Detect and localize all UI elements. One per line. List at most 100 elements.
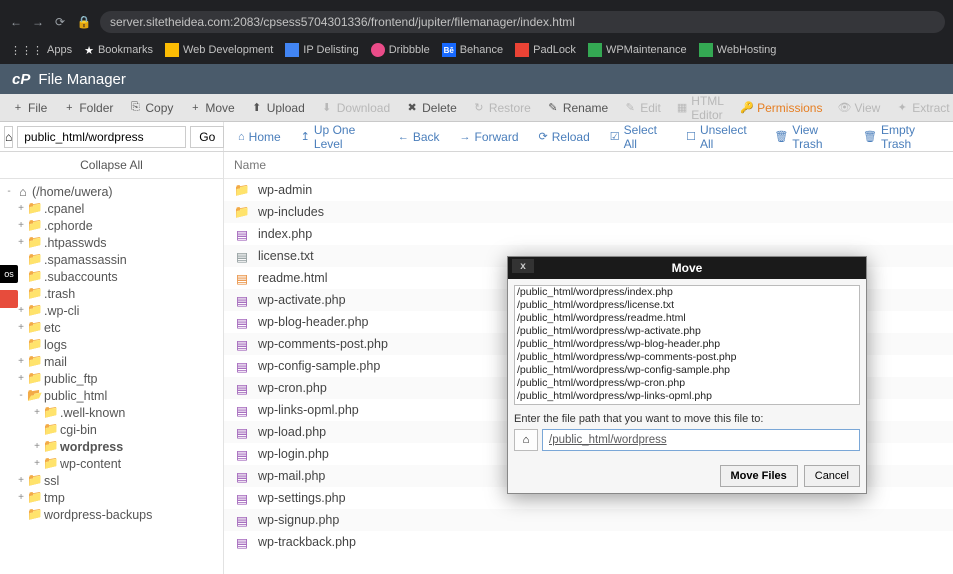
copy-button[interactable]: ⎘Copy	[121, 94, 181, 121]
cancel-button[interactable]: Cancel	[804, 465, 860, 487]
address-bar[interactable]: server.sitetheidea.com:2083/cpsess570430…	[100, 11, 945, 33]
bookmark-wpmaintenance[interactable]: WPMaintenance	[588, 43, 687, 57]
tree-item[interactable]: +📁wordpress	[4, 438, 223, 455]
tree-toggle[interactable]: +	[32, 458, 42, 469]
home-button[interactable]: ⌂Home	[230, 126, 289, 148]
bookmark-behance[interactable]: BēBehance	[442, 43, 503, 57]
tree-item[interactable]: +📁.wp-cli	[4, 302, 223, 319]
tree-item[interactable]: 📁wordpress-backups	[4, 506, 223, 523]
permissions-button[interactable]: 🔑Permissions	[733, 94, 830, 121]
empty-trash-button[interactable]: 🗑Empty Trash	[855, 126, 947, 148]
tree-item[interactable]: +📁.htpasswds	[4, 234, 223, 251]
tree-item[interactable]: 📁logs	[4, 336, 223, 353]
nav-reload-icon[interactable]: ⟳	[52, 14, 68, 30]
file-type-icon: ▤	[234, 358, 250, 374]
select-all-button[interactable]: ☑Select All	[602, 126, 674, 148]
view-button[interactable]: 👁View	[830, 94, 888, 121]
extract-button[interactable]: ✦Extract	[888, 94, 953, 121]
file-row[interactable]: ▤wp-trackback.php	[224, 531, 953, 553]
tree-item[interactable]: 📁.subaccounts	[4, 268, 223, 285]
move-files-button[interactable]: Move Files	[720, 465, 798, 487]
tree-toggle[interactable]: +	[16, 356, 26, 367]
dialog-title: Move	[672, 261, 703, 275]
apps-button[interactable]: ⋮⋮⋮ Apps	[10, 44, 72, 57]
tree-item[interactable]: 📁cgi-bin	[4, 421, 223, 438]
reload-button[interactable]: ⟳Reload	[531, 126, 598, 148]
main-toolbar: +File +Folder ⎘Copy +Move ⬆Upload ⬇Downl…	[0, 94, 953, 122]
tree-toggle[interactable]: -	[16, 390, 26, 401]
side-badge-black[interactable]: os	[0, 265, 18, 283]
path-input[interactable]	[17, 126, 186, 148]
tree-label: public_ftp	[44, 372, 98, 386]
move-button[interactable]: +Move	[181, 94, 242, 121]
bookmark-ipdelisting[interactable]: IP Delisting	[285, 43, 358, 57]
tree-toggle[interactable]: +	[16, 237, 26, 248]
file-type-icon: ▤	[234, 248, 250, 264]
tree-item[interactable]: +📁tmp	[4, 489, 223, 506]
tree-toggle[interactable]: +	[16, 373, 26, 384]
edit-button[interactable]: ✎Edit	[616, 94, 669, 121]
upload-button[interactable]: ⬆Upload	[243, 94, 313, 121]
dialog-close-button[interactable]: x	[512, 259, 534, 273]
tree-item[interactable]: 📁.trash	[4, 285, 223, 302]
go-button[interactable]: Go	[190, 126, 224, 148]
folder-icon: 📁	[28, 321, 42, 335]
column-name[interactable]: Name	[224, 152, 953, 179]
restore-button[interactable]: ↻Restore	[465, 94, 539, 121]
dialog-titlebar[interactable]: x Move	[508, 257, 866, 279]
folder-icon: 📁	[28, 236, 42, 250]
back-button[interactable]: ←Back	[390, 126, 448, 148]
tree-item[interactable]: +📁.well-known	[4, 404, 223, 421]
tree-item[interactable]: -📂public_html	[4, 387, 223, 404]
collapse-all-button[interactable]: Collapse All	[0, 152, 223, 179]
tree-toggle[interactable]: +	[16, 492, 26, 503]
tree-toggle[interactable]: +	[32, 441, 42, 452]
move-list-item: /public_html/wordpress/wp-config-sample.…	[517, 364, 857, 377]
home-path-button[interactable]: ⌂	[4, 126, 13, 148]
tree-item[interactable]: +📁.cpanel	[4, 200, 223, 217]
tree-item[interactable]: +📁mail	[4, 353, 223, 370]
file-row[interactable]: ▤index.php	[224, 223, 953, 245]
folder-new-button[interactable]: +Folder	[55, 94, 121, 121]
tree-root[interactable]: - ⌂ (/home/uwera)	[4, 183, 223, 200]
file-row[interactable]: 📁wp-includes	[224, 201, 953, 223]
tree-item[interactable]: +📁wp-content	[4, 455, 223, 472]
tree-toggle[interactable]: +	[32, 407, 42, 418]
tree-toggle[interactable]: +	[16, 220, 26, 231]
bookmark-webdev[interactable]: Web Development	[165, 43, 273, 57]
tree-toggle[interactable]: -	[4, 186, 14, 197]
html-editor-button[interactable]: ▦HTML Editor	[669, 94, 733, 121]
view-trash-button[interactable]: 🗑View Trash	[766, 126, 851, 148]
up-level-button[interactable]: ↥Up One Level	[293, 126, 386, 148]
delete-button[interactable]: ✖Delete	[398, 94, 465, 121]
tree-item[interactable]: +📁public_ftp	[4, 370, 223, 387]
move-file-list[interactable]: /public_html/wordpress/index.php/public_…	[514, 285, 860, 405]
tree-item[interactable]: +📁.cphorde	[4, 217, 223, 234]
bookmark-dribbble[interactable]: Dribbble	[371, 43, 430, 57]
tree-item[interactable]: +📁etc	[4, 319, 223, 336]
bookmark-bookmarks[interactable]: ★Bookmarks	[84, 44, 153, 57]
bookmark-padlock[interactable]: PadLock	[515, 43, 576, 57]
sub-label: Unselect All	[700, 123, 754, 151]
tree-item[interactable]: +📁ssl	[4, 472, 223, 489]
move-path-input[interactable]	[542, 429, 860, 451]
move-home-button[interactable]: ⌂	[514, 429, 538, 451]
file-row[interactable]: ▤wp-signup.php	[224, 509, 953, 531]
file-new-button[interactable]: +File	[4, 94, 55, 121]
nav-forward-icon[interactable]: →	[30, 14, 46, 30]
side-badge-red[interactable]	[0, 290, 18, 308]
tree-toggle[interactable]: +	[16, 475, 26, 486]
rename-button[interactable]: ✎Rename	[539, 94, 616, 121]
file-row[interactable]: 📁wp-admin	[224, 179, 953, 201]
unselect-all-button[interactable]: ☐Unselect All	[678, 126, 762, 148]
nav-back-icon[interactable]: ←	[8, 14, 24, 30]
forward-button[interactable]: →Forward	[452, 126, 527, 148]
tree-toggle[interactable]: +	[16, 322, 26, 333]
file-name: wp-signup.php	[258, 513, 339, 527]
tree-item[interactable]: 📁.spamassassin	[4, 251, 223, 268]
rename-icon: ✎	[547, 102, 559, 114]
file-type-icon: ▤	[234, 226, 250, 242]
bookmark-webhosting[interactable]: WebHosting	[699, 43, 777, 57]
download-button[interactable]: ⬇Download	[313, 94, 398, 121]
tree-toggle[interactable]: +	[16, 203, 26, 214]
